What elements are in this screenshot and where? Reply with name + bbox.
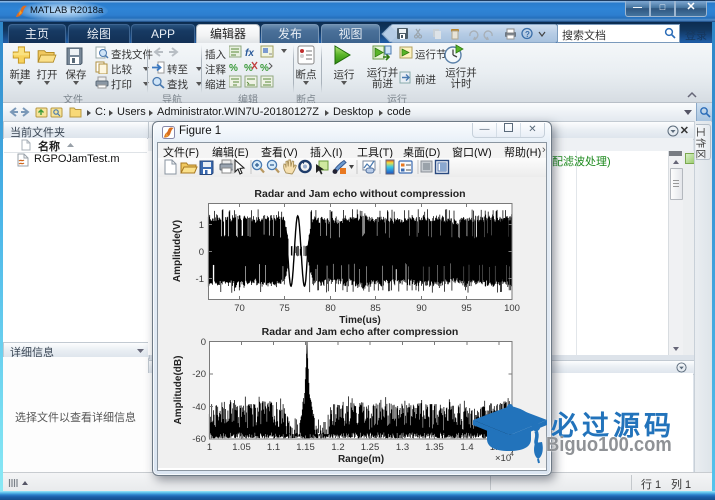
svg-text:?: ?: [525, 30, 530, 39]
svg-text:Radar and Jam echo without com: Radar and Jam echo without compression: [254, 188, 465, 200]
svg-text:1.15: 1.15: [296, 442, 315, 453]
svg-text:100: 100: [504, 303, 520, 314]
svg-text:-40: -40: [192, 402, 206, 413]
svg-text:Radar and Jam echo after compr: Radar and Jam echo after compression: [262, 326, 459, 338]
svg-text:80: 80: [325, 303, 336, 314]
svg-text:1.1: 1.1: [267, 442, 280, 453]
svg-text:1.25: 1.25: [361, 442, 380, 453]
svg-text:0: 0: [201, 337, 206, 348]
svg-text:1.05: 1.05: [232, 442, 251, 453]
svg-text:-1: -1: [196, 274, 204, 285]
svg-text:95: 95: [461, 303, 472, 314]
svg-text:Amplitude(V): Amplitude(V): [172, 220, 183, 282]
svg-text:Amplitude(dB): Amplitude(dB): [173, 356, 184, 425]
svg-text:-60: -60: [192, 434, 206, 445]
svg-text:Time(us): Time(us): [339, 315, 381, 326]
svg-text:85: 85: [370, 303, 381, 314]
svg-text:fx: fx: [245, 48, 254, 59]
svg-text:1.35: 1.35: [425, 442, 444, 453]
svg-text:0: 0: [199, 247, 204, 258]
svg-text:70: 70: [234, 303, 245, 314]
svg-text:1: 1: [199, 220, 204, 231]
svg-text:%: %: [260, 63, 269, 74]
svg-text:1.2: 1.2: [331, 442, 344, 453]
svg-text:90: 90: [416, 303, 427, 314]
svg-text:-20: -20: [192, 369, 206, 380]
svg-text:%: %: [229, 63, 238, 74]
svg-text:1: 1: [207, 442, 212, 453]
svg-text:1.3: 1.3: [396, 442, 409, 453]
svg-text:75: 75: [279, 303, 290, 314]
svg-text:Range(m): Range(m): [338, 454, 384, 465]
